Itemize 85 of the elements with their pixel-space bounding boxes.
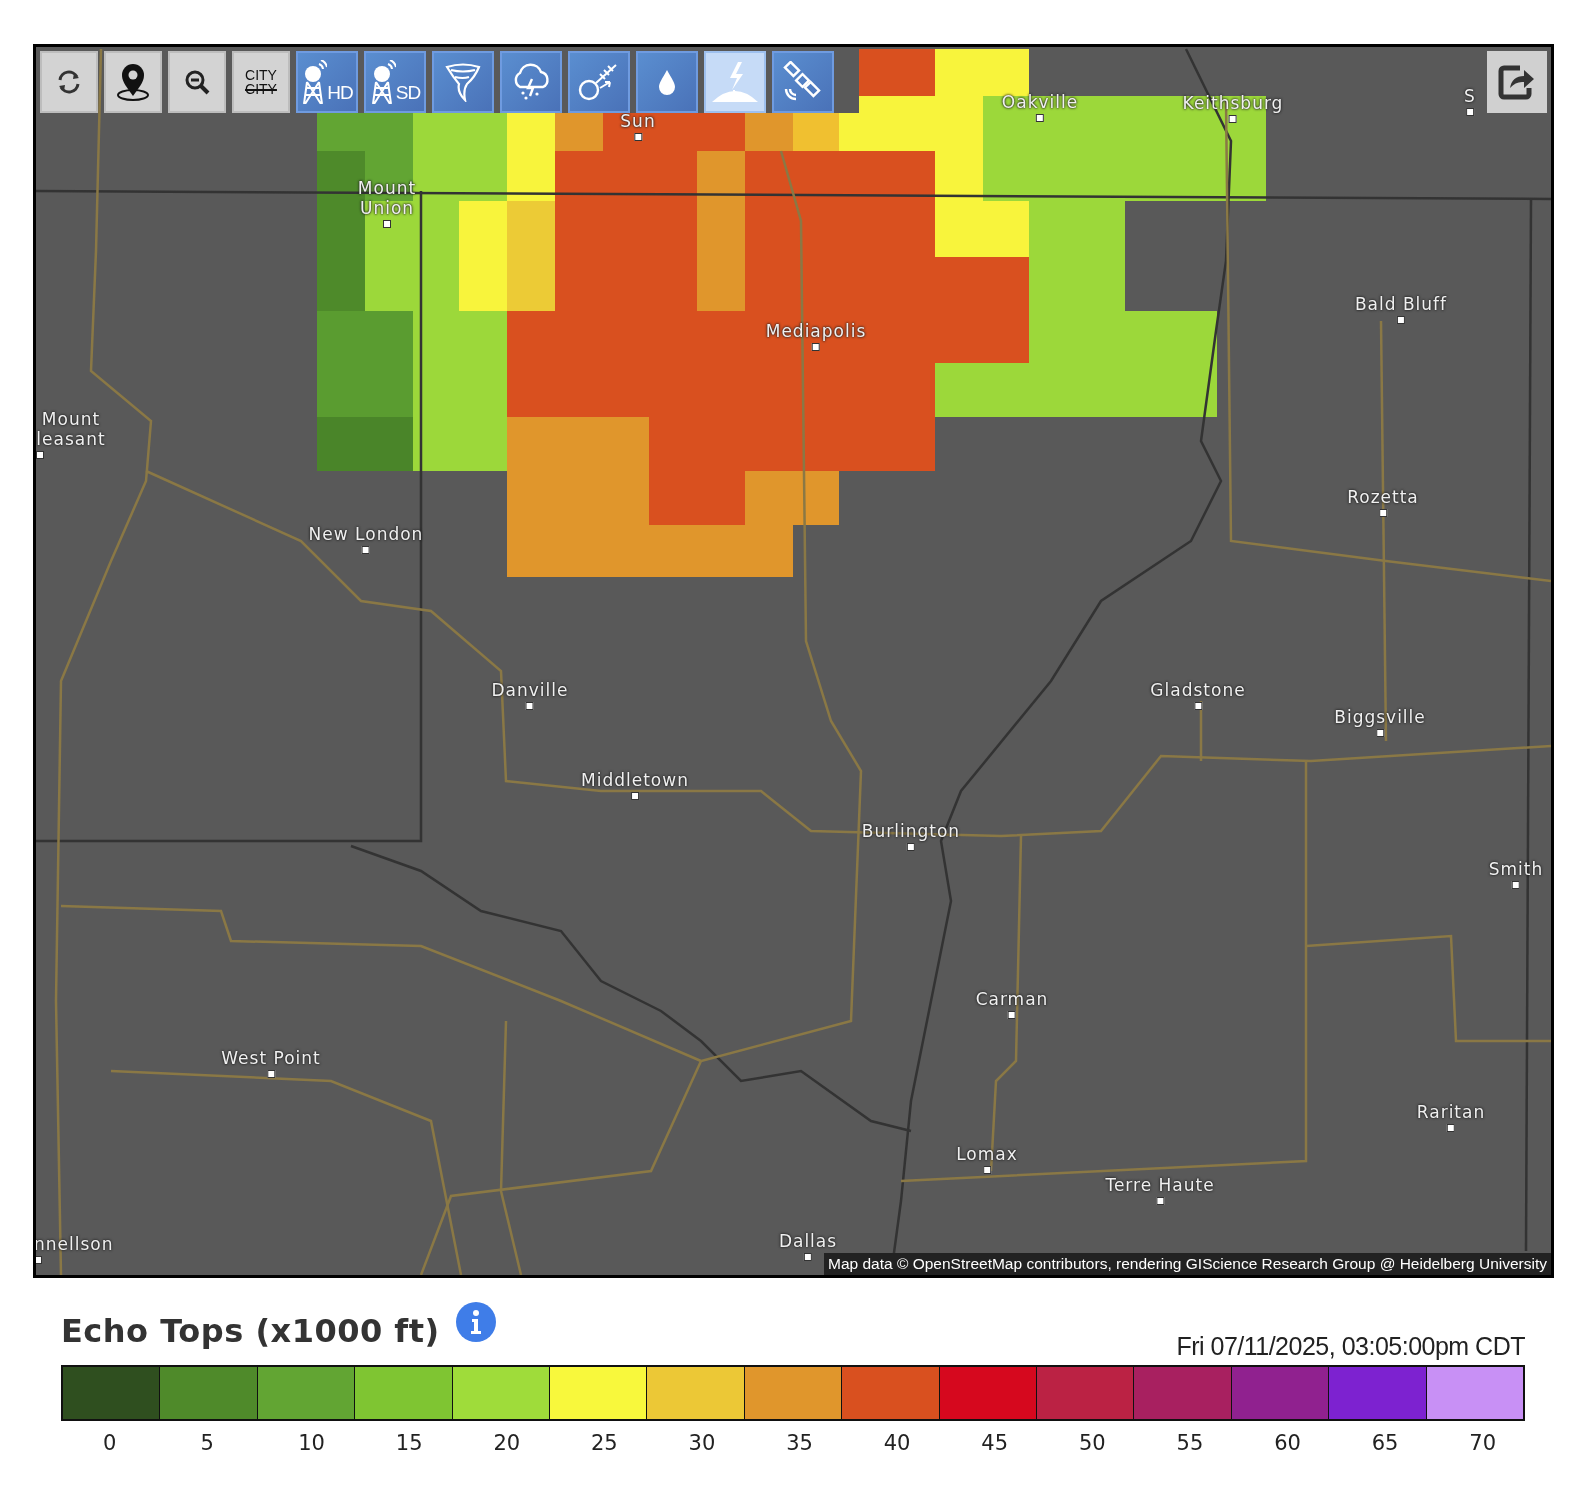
refresh-button[interactable] xyxy=(40,51,98,113)
city-label: Burlington xyxy=(861,821,961,841)
zoom-out-button[interactable] xyxy=(168,51,226,113)
city-marker-icon xyxy=(1466,108,1474,116)
city-label: Terre Haute xyxy=(1105,1175,1215,1195)
legend-title: Echo Tops (x1000 ft) xyxy=(61,1311,440,1350)
scale-label: 65 xyxy=(1371,1431,1399,1455)
orbit-layer-button[interactable] xyxy=(568,51,630,113)
scale-label: 10 xyxy=(298,1431,325,1455)
city-marker-icon xyxy=(804,1253,812,1261)
hd-radar-button[interactable]: HD xyxy=(296,51,358,113)
sd-radar-button[interactable]: SD xyxy=(364,51,426,113)
city-marker-icon xyxy=(383,220,391,228)
city-marker-icon xyxy=(634,133,642,141)
scale-label: 20 xyxy=(493,1431,521,1455)
tornado-icon xyxy=(445,62,481,102)
radar-tower-icon xyxy=(301,60,328,104)
city-marker-icon xyxy=(1229,115,1237,123)
scale-label: 60 xyxy=(1274,1431,1301,1455)
city-marker-icon xyxy=(36,1256,42,1264)
scale-label: 45 xyxy=(981,1431,1009,1455)
share-button[interactable] xyxy=(1487,51,1547,113)
storm-layer-button[interactable] xyxy=(500,51,562,113)
city-marker-icon xyxy=(36,451,44,459)
city-label: Danville xyxy=(491,680,569,700)
scale-label: 25 xyxy=(590,1431,618,1455)
map-attribution: Map data © OpenStreetMap contributors, rendering GIScience Research Group @ Heidelberg University xyxy=(824,1253,1551,1275)
info-icon[interactable] xyxy=(455,1302,496,1342)
city-label: Mediapolis xyxy=(765,321,867,341)
scale-label: 0 xyxy=(103,1431,117,1455)
city-label: Middletown xyxy=(581,770,689,790)
scale-label: 50 xyxy=(1078,1431,1106,1455)
satellite-layer-button[interactable] xyxy=(772,51,834,113)
share-icon xyxy=(1498,64,1536,100)
radar-tower-icon xyxy=(369,60,396,104)
timestamp: Fri 07/11/2025, 03:05:00pm CDT xyxy=(1176,1332,1525,1361)
scale-label: 55 xyxy=(1176,1431,1204,1455)
city-label: Dallas xyxy=(778,1231,838,1251)
city-marker-icon xyxy=(1512,881,1520,889)
city-label: Lomax xyxy=(956,1144,1018,1164)
city-marker-icon xyxy=(1447,1124,1455,1132)
city-labels-toggle[interactable]: CITY CITY xyxy=(232,51,290,113)
scale-label: 40 xyxy=(883,1431,911,1455)
city-label: Raritan xyxy=(1416,1102,1486,1122)
precipitation-layer-button[interactable] xyxy=(636,51,698,113)
water-drop-icon xyxy=(657,69,677,95)
city-label: Sun xyxy=(620,111,656,131)
satellite-icon xyxy=(782,61,824,103)
city-label: Smith xyxy=(1488,859,1544,879)
city-label: nnellson xyxy=(36,1234,114,1254)
city-label: Rozetta xyxy=(1347,487,1419,507)
city-label: Gladstone xyxy=(1150,680,1246,700)
city-marker-icon xyxy=(812,343,820,351)
city-marker-icon xyxy=(1156,1197,1164,1205)
city-label: West Point xyxy=(221,1048,321,1068)
city-label: Oakville xyxy=(1001,92,1079,112)
refresh-icon xyxy=(56,69,82,95)
scale-label: 5 xyxy=(200,1431,214,1455)
city-marker-icon xyxy=(267,1070,275,1078)
city-marker-icon xyxy=(1376,729,1384,737)
city-marker-icon xyxy=(1008,1011,1016,1019)
city-marker-icon xyxy=(983,1166,991,1174)
city-marker-icon xyxy=(907,843,915,851)
city-label: Carman xyxy=(975,989,1049,1009)
city-label: Mount leasant xyxy=(36,409,106,449)
scale-label: 30 xyxy=(688,1431,716,1455)
city-label: Bald Bluff xyxy=(1354,294,1448,314)
city-label: New London xyxy=(308,524,424,544)
city-marker-icon xyxy=(1194,702,1202,710)
city-marker-icon xyxy=(1036,114,1044,122)
city-marker-icon xyxy=(1397,316,1405,324)
city-marker-icon xyxy=(631,792,639,800)
city-marker-icon xyxy=(1379,509,1387,517)
location-pin-icon xyxy=(116,62,150,102)
scale-label: 15 xyxy=(395,1431,423,1455)
zoom-out-icon xyxy=(184,69,210,95)
city-marker-icon xyxy=(362,546,370,554)
scale-label: 70 xyxy=(1469,1431,1497,1455)
lightning-strike-icon xyxy=(710,60,760,104)
city-label: S xyxy=(1464,86,1476,106)
location-button[interactable] xyxy=(104,51,162,113)
scale-label: 35 xyxy=(786,1431,813,1455)
city-label: Biggsville xyxy=(1334,707,1426,727)
city-marker-icon xyxy=(526,702,534,710)
tornado-layer-button[interactable] xyxy=(432,51,494,113)
